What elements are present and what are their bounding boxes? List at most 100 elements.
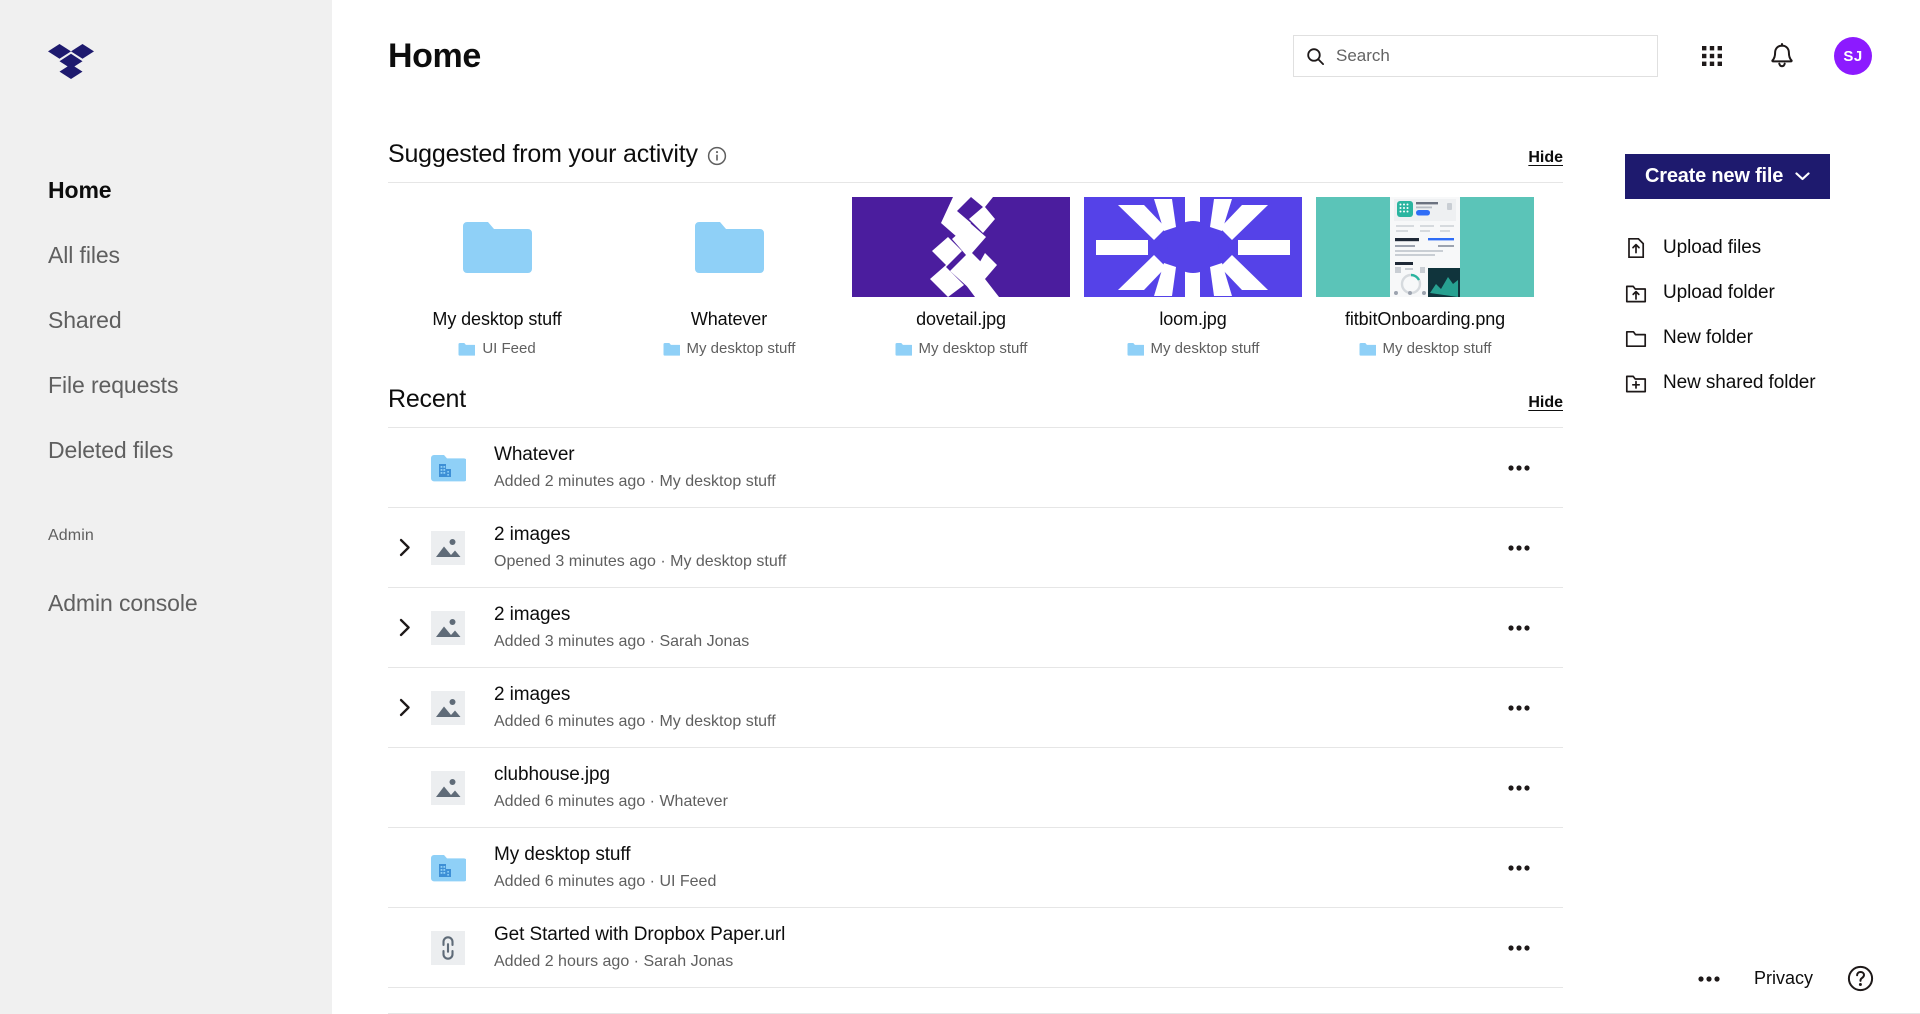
- row-name: 2 images: [494, 684, 571, 706]
- sidebar-item-all-files[interactable]: All files: [0, 223, 332, 288]
- row-overflow-button[interactable]: [1497, 926, 1541, 970]
- suggested-card[interactable]: dovetail.jpg My desktop stuff: [852, 197, 1084, 357]
- row-overflow-button[interactable]: [1497, 846, 1541, 890]
- shared-folder-icon: [431, 854, 466, 881]
- recent-hide-button[interactable]: Hide: [1528, 394, 1563, 414]
- card-location: My desktop stuff: [620, 340, 838, 357]
- sidebar-item-label: All files: [48, 242, 120, 268]
- footer: Privacy: [1698, 965, 1874, 992]
- notifications-button[interactable]: [1760, 34, 1804, 78]
- table-row[interactable]: 2 images Added 6 minutes ago · My deskto…: [388, 668, 1563, 748]
- overflow-menu-icon: [1508, 704, 1530, 711]
- upload-files-action[interactable]: Upload files: [1625, 225, 1920, 270]
- image-group-icon: [426, 686, 470, 730]
- suggested-card[interactable]: My desktop stuff UI Feed: [388, 197, 620, 357]
- suggested-card[interactable]: fitbitOnboarding.png My desktop stuff: [1316, 197, 1548, 357]
- search-bar[interactable]: [1293, 35, 1658, 77]
- row-overflow-button[interactable]: [1497, 606, 1541, 650]
- shared-folder-icon: [426, 846, 470, 890]
- create-new-file-button[interactable]: Create new file: [1625, 154, 1831, 199]
- shared-folder-icon: [431, 454, 466, 481]
- upload-folder-action[interactable]: Upload folder: [1625, 270, 1920, 315]
- notifications-bell-icon: [1771, 42, 1793, 67]
- recent-list: Whatever Added 2 minutes ago · My deskto…: [388, 428, 1563, 988]
- card-thumbnail: [1084, 197, 1302, 297]
- overflow-menu-icon: [1698, 975, 1720, 982]
- table-row[interactable]: Get Started with Dropbox Paper.url Added…: [388, 908, 1563, 988]
- folder-icon: [463, 222, 532, 273]
- card-name: loom.jpg: [1159, 309, 1227, 329]
- chevron-right-icon: [399, 538, 410, 557]
- sidebar-item-admin-console[interactable]: Admin console: [0, 571, 332, 636]
- suggested-cards: My desktop stuff UI Feed Whatever My des…: [388, 183, 1563, 357]
- row-overflow-button[interactable]: [1497, 446, 1541, 490]
- loom-image-thumbnail: [1084, 197, 1302, 297]
- sidebar: Home All files Shared File requests Dele…: [0, 0, 332, 1014]
- card-location-label: My desktop stuff: [918, 340, 1028, 357]
- row-text: Whatever Added 2 minutes ago · My deskto…: [494, 443, 776, 492]
- row-text: clubhouse.jpg Added 6 minutes ago · What…: [494, 763, 728, 812]
- sidebar-item-shared[interactable]: Shared: [0, 288, 332, 353]
- recent-title: Recent: [388, 385, 467, 413]
- expand-chevron-button[interactable]: [390, 698, 420, 717]
- privacy-link[interactable]: Privacy: [1754, 968, 1813, 989]
- sidebar-section-admin-label: Admin: [48, 527, 94, 544]
- image-group-icon: [431, 530, 465, 565]
- row-meta: Added 6 minutes ago · UI Feed: [494, 872, 717, 890]
- sidebar-item-file-requests[interactable]: File requests: [0, 353, 332, 418]
- folder-icon: [458, 342, 476, 356]
- expand-chevron-button[interactable]: [390, 538, 420, 557]
- new-folder-action[interactable]: New folder: [1625, 315, 1920, 360]
- overflow-menu-icon: [1508, 624, 1530, 631]
- footer-overflow-button[interactable]: [1698, 975, 1720, 982]
- dropbox-home-app: Home All files Shared File requests Dele…: [0, 0, 1920, 1014]
- new-shared-folder-action[interactable]: New shared folder: [1625, 360, 1920, 405]
- overflow-menu-icon: [1508, 464, 1530, 471]
- card-thumbnail: [620, 197, 838, 297]
- user-avatar[interactable]: SJ: [1834, 37, 1872, 75]
- suggested-card[interactable]: Whatever My desktop stuff: [620, 197, 852, 357]
- table-row[interactable]: Whatever Added 2 minutes ago · My deskto…: [388, 428, 1563, 508]
- table-row[interactable]: 2 images Opened 3 minutes ago · My deskt…: [388, 508, 1563, 588]
- card-name: Whatever: [690, 309, 768, 329]
- sidebar-item-home[interactable]: Home: [0, 158, 332, 223]
- row-overflow-button[interactable]: [1497, 526, 1541, 570]
- suggested-card[interactable]: loom.jpg My desktop stuff: [1084, 197, 1316, 357]
- row-overflow-button[interactable]: [1497, 766, 1541, 810]
- row-text: 2 images Added 3 minutes ago · Sarah Jon…: [494, 603, 749, 652]
- folder-icon: [895, 342, 912, 356]
- overflow-menu-icon: [1508, 784, 1530, 791]
- help-button[interactable]: [1847, 965, 1874, 992]
- table-row[interactable]: My desktop stuff Added 6 minutes ago · U…: [388, 828, 1563, 908]
- row-name: 2 images: [494, 524, 571, 546]
- image-group-icon: [426, 606, 470, 650]
- card-location: My desktop stuff: [852, 340, 1070, 357]
- suggested-hide-button[interactable]: Hide: [1528, 149, 1563, 169]
- image-icon: [431, 770, 465, 805]
- row-text: Get Started with Dropbox Paper.url Added…: [494, 923, 785, 972]
- image-group-icon: [431, 610, 465, 645]
- card-location-label: My desktop stuff: [686, 340, 796, 357]
- sidebar-item-label: Home: [48, 177, 112, 203]
- search-icon: [1307, 47, 1325, 65]
- row-overflow-button[interactable]: [1497, 686, 1541, 730]
- overflow-menu-icon: [1508, 544, 1530, 551]
- folder-icon: [663, 342, 680, 356]
- header-actions: SJ: [1293, 34, 1872, 78]
- expand-chevron-button[interactable]: [390, 618, 420, 637]
- folder-icon: [1359, 342, 1376, 356]
- card-thumbnail: [1316, 197, 1534, 297]
- card-name: fitbitOnboarding.png: [1344, 309, 1506, 329]
- card-thumbnail: [388, 197, 606, 297]
- upload-file-icon: [1628, 237, 1645, 258]
- info-circle-icon[interactable]: [707, 146, 727, 166]
- recent-section-header: Recent Hide: [388, 357, 1563, 427]
- search-input[interactable]: [1336, 46, 1645, 66]
- table-row[interactable]: 2 images Added 3 minutes ago · Sarah Jon…: [388, 588, 1563, 668]
- dropbox-logo-link[interactable]: [0, 0, 332, 110]
- table-row[interactable]: clubhouse.jpg Added 6 minutes ago · What…: [388, 748, 1563, 828]
- sidebar-item-deleted-files[interactable]: Deleted files: [0, 418, 332, 483]
- apps-grid-button[interactable]: [1690, 34, 1734, 78]
- card-name: dovetail.jpg: [916, 309, 1006, 329]
- action-label: New folder: [1663, 326, 1753, 348]
